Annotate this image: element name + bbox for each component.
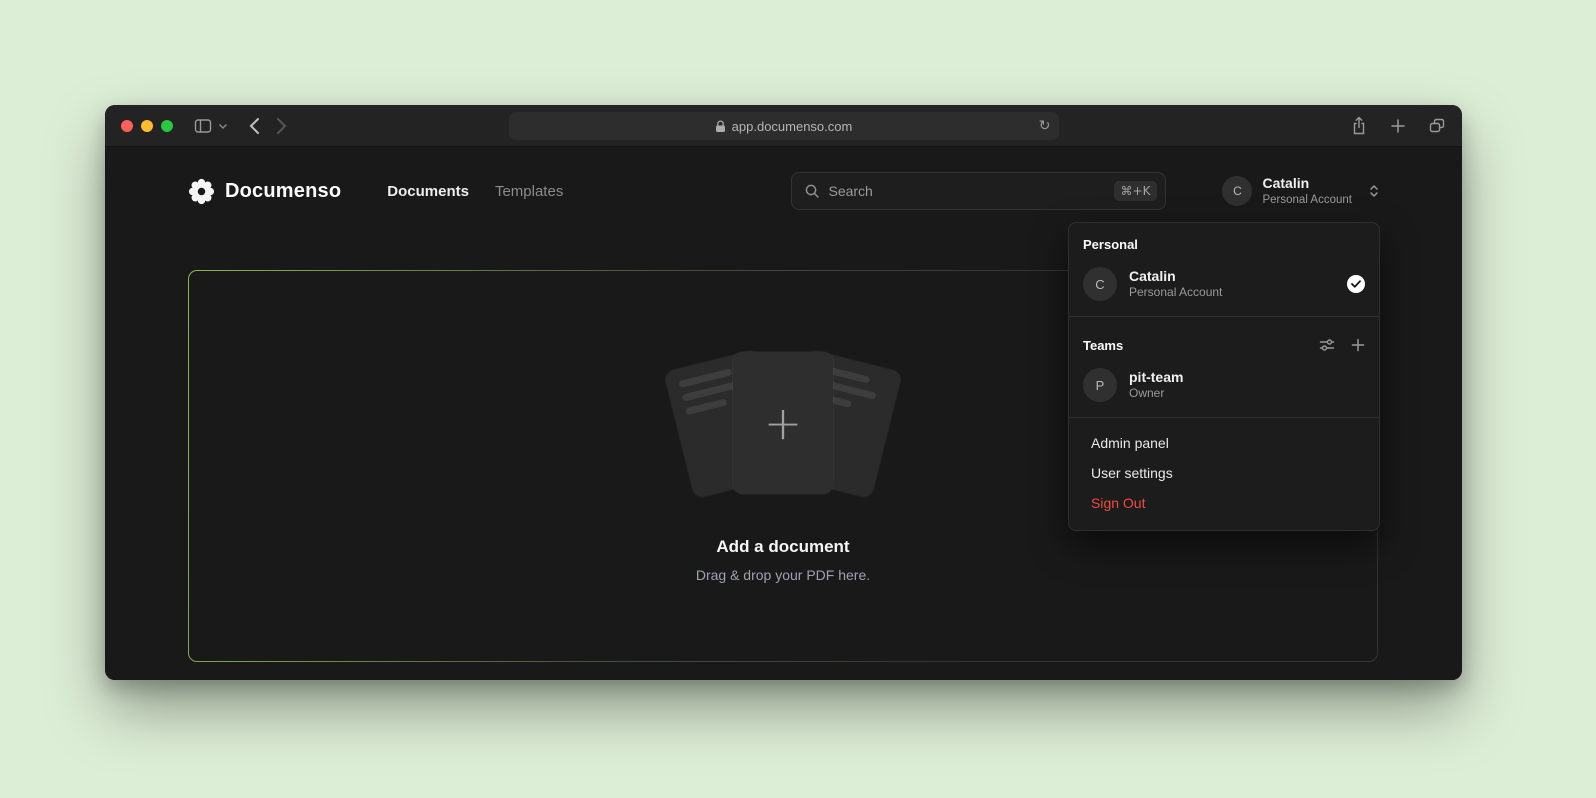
app-page: Documenso Documents Templates Search ⌘+K…	[105, 147, 1462, 680]
main-nav: Documents Templates	[387, 183, 563, 200]
menu-divider	[1069, 417, 1379, 418]
team-avatar: P	[1083, 368, 1117, 402]
personal-avatar: C	[1083, 267, 1117, 301]
personal-item-subtitle: Personal Account	[1129, 285, 1335, 301]
search-shortcut-badge: ⌘+K	[1114, 181, 1158, 201]
personal-item-name: Catalin	[1129, 267, 1335, 285]
back-button[interactable]	[248, 117, 260, 135]
menu-item-team[interactable]: P pit-team Owner	[1081, 363, 1367, 407]
browser-window: app.documenso.com ↻	[105, 105, 1462, 680]
sidebar-toggle-icon[interactable]	[193, 116, 213, 136]
teams-section-label: Teams	[1083, 338, 1303, 353]
account-subtitle: Personal Account	[1262, 193, 1352, 207]
chevron-updown-icon	[1368, 183, 1380, 199]
dropzone-title: Add a document	[716, 537, 849, 557]
manage-teams-icon[interactable]	[1319, 337, 1335, 353]
account-dropdown-menu: Personal C Catalin Personal Account Team…	[1068, 222, 1380, 531]
check-icon	[1347, 275, 1365, 293]
menu-divider	[1069, 316, 1379, 317]
document-cards-illustration: +	[663, 349, 903, 501]
search-icon	[804, 183, 820, 199]
team-item-text: pit-team Owner	[1129, 368, 1365, 402]
chevron-down-icon[interactable]	[218, 122, 228, 130]
document-card-center: +	[733, 352, 833, 494]
nav-documents[interactable]: Documents	[387, 183, 469, 200]
minimize-window-button[interactable]	[141, 120, 153, 132]
menu-item-personal-account[interactable]: C Catalin Personal Account	[1081, 262, 1367, 306]
address-bar[interactable]: app.documenso.com ↻	[509, 112, 1059, 140]
brand-name: Documenso	[225, 180, 341, 203]
new-tab-icon[interactable]	[1390, 118, 1406, 134]
account-menu-button[interactable]: C Catalin Personal Account	[1222, 175, 1380, 207]
titlebar-right-actions	[1350, 116, 1446, 136]
search-placeholder: Search	[828, 183, 1105, 199]
brand[interactable]: Documenso	[188, 178, 341, 205]
browser-titlebar: app.documenso.com ↻	[105, 105, 1462, 147]
account-avatar: C	[1222, 176, 1252, 206]
close-window-button[interactable]	[121, 120, 133, 132]
url-text: app.documenso.com	[732, 119, 853, 134]
window-controls	[121, 120, 173, 132]
account-name: Catalin	[1262, 175, 1352, 193]
menu-item-sign-out[interactable]: Sign Out	[1081, 488, 1367, 518]
nav-templates[interactable]: Templates	[495, 183, 563, 200]
forward-button[interactable]	[276, 117, 288, 135]
lock-icon	[715, 120, 726, 133]
zoom-window-button[interactable]	[161, 120, 173, 132]
dropzone-subtitle: Drag & drop your PDF here.	[696, 567, 870, 583]
personal-item-text: Catalin Personal Account	[1129, 267, 1335, 301]
team-item-subtitle: Owner	[1129, 386, 1365, 402]
team-item-name: pit-team	[1129, 368, 1365, 386]
plus-icon: +	[764, 400, 803, 446]
tab-overview-icon[interactable]	[1428, 117, 1446, 134]
reload-button[interactable]: ↻	[1039, 119, 1051, 133]
add-team-icon[interactable]	[1351, 338, 1365, 352]
teams-section-header: Teams	[1081, 327, 1367, 363]
menu-item-admin-panel[interactable]: Admin panel	[1081, 428, 1367, 458]
documenso-logo-icon	[188, 178, 215, 205]
personal-section-label: Personal	[1081, 235, 1367, 262]
menu-item-user-settings[interactable]: User settings	[1081, 458, 1367, 488]
search-input[interactable]: Search ⌘+K	[791, 172, 1166, 210]
share-icon[interactable]	[1350, 116, 1368, 136]
account-text: Catalin Personal Account	[1262, 175, 1352, 207]
